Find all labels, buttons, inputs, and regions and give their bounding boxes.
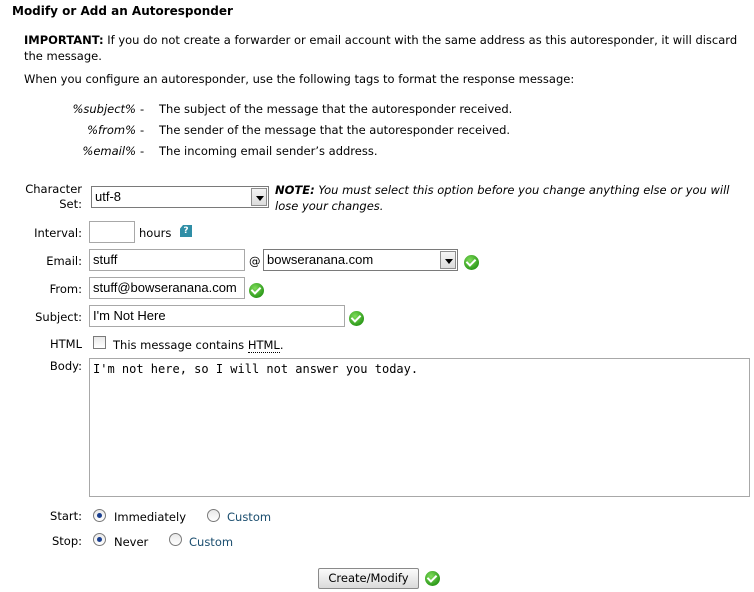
subject-valid-check-icon [349,311,364,326]
html-checkbox-text-prefix: This message contains [113,338,248,352]
start-immediately-label[interactable]: Immediately [114,510,186,524]
tag-from-name: %from% [87,123,136,137]
start-immediately-radio[interactable] [93,509,106,522]
chevron-down-icon[interactable] [440,251,456,269]
html-checkbox[interactable] [93,336,106,349]
stop-never-radio[interactable] [93,533,106,546]
tag-email-desc: The incoming email sender’s address. [159,144,378,158]
at-sign: @ [249,254,261,268]
stop-label: Stop: [51,534,82,548]
email-label: Email: [46,254,82,268]
tag-from-desc: The sender of the message that the autor… [159,123,511,137]
start-custom-radio[interactable] [207,509,220,522]
email-user-input[interactable]: stuff [89,249,245,271]
interval-input[interactable] [89,221,135,243]
from-label: From: [49,282,82,296]
charset-selected-value: utf-8 [95,189,122,204]
charset-note: NOTE: You must select this option before… [275,182,735,214]
stop-custom-label[interactable]: Custom [189,535,233,549]
start-custom-label[interactable]: Custom [227,510,271,524]
email-valid-check-icon [464,255,479,270]
subject-label: Subject: [35,310,82,324]
create-modify-button[interactable]: Create/Modify [318,568,419,589]
subject-input[interactable]: I'm Not Here [89,305,345,327]
tag-subject-desc: The subject of the message that the auto… [159,102,513,116]
tag-from-sep: - [140,123,145,137]
chevron-down-icon[interactable] [251,188,267,206]
stop-custom-radio[interactable] [169,533,182,546]
page-title: Modify or Add an Autoresponder [12,4,233,18]
tags-intro: When you configure an autoresponder, use… [24,72,575,86]
body-textarea[interactable]: I'm not here, so I will not answer you t… [89,358,750,497]
help-icon[interactable]: ? [180,225,192,237]
tag-email-name: %email% [82,144,136,158]
charset-label-line2: Set: [59,197,82,211]
html-checkbox-label[interactable]: This message contains HTML. [113,338,284,353]
domain-selected-value: bowseranana.com [267,252,374,267]
submit-valid-check-icon [425,571,440,586]
important-label: IMPORTANT: [24,33,104,47]
html-abbr: HTML [247,338,280,353]
html-checkbox-text-suffix: . [279,338,284,352]
html-label: HTML [49,337,82,351]
interval-label: Interval: [34,226,82,240]
charset-select[interactable]: utf-8 [91,186,269,208]
domain-select[interactable]: bowseranana.com [263,249,458,271]
from-input[interactable]: stuff@bowseranana.com [89,277,245,299]
from-valid-check-icon [249,283,264,298]
start-label: Start: [50,509,82,523]
tag-subject-sep: - [140,102,145,116]
important-text: If you do not create a forwarder or emai… [24,33,738,63]
note-label: NOTE: [275,183,315,197]
stop-never-label[interactable]: Never [114,535,148,549]
interval-unit: hours [139,226,172,240]
tag-email-sep: - [140,144,145,158]
important-notice: IMPORTANT: If you do not create a forwar… [24,32,744,64]
charset-label-line1: Character [25,182,82,196]
note-text: You must select this option before you c… [275,183,730,213]
tag-subject-name: %subject% [72,102,136,116]
body-label: Body: [49,359,82,373]
